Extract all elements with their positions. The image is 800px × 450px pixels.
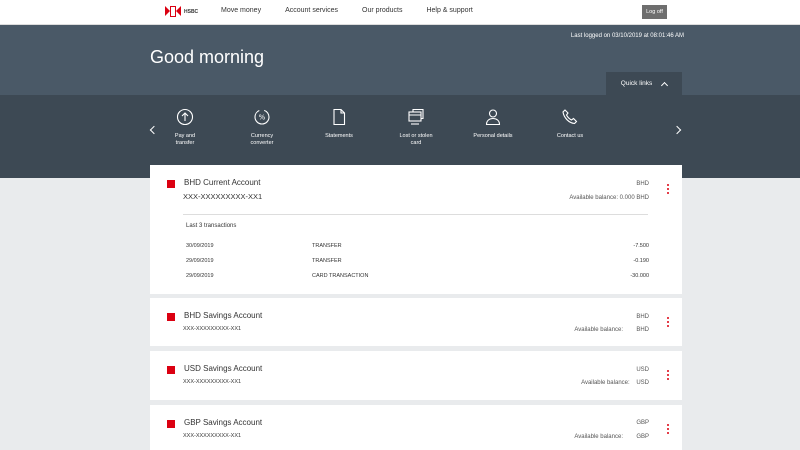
- account-marker-icon: [167, 313, 175, 321]
- transaction-type: TRANSFER: [312, 243, 342, 249]
- quick-links-label: Quick links: [620, 80, 653, 87]
- more-options-icon[interactable]: [667, 317, 670, 327]
- account-currency: BHD: [636, 181, 649, 187]
- top-navigation: HSBC Move money Account services Our pro…: [0, 0, 800, 25]
- transaction-type: CARD TRANSACTION: [312, 273, 369, 279]
- more-options-icon[interactable]: [667, 184, 670, 194]
- nav-account-services[interactable]: Account services: [285, 7, 338, 14]
- last-transactions-heading: Last 3 transactions: [186, 223, 237, 229]
- account-marker-icon: [167, 180, 175, 188]
- available-balance: Available balance: BHD: [574, 327, 649, 333]
- account-currency: USD: [636, 367, 649, 373]
- account-currency: BHD: [636, 314, 649, 320]
- welcome-banner: Last logged on 03/10/2019 at 08:01:46 AM…: [0, 25, 800, 95]
- hsbc-hexagon-icon: [165, 6, 181, 17]
- quick-links-toggle[interactable]: Quick links: [606, 72, 682, 95]
- quick-link-label: Currency converter: [250, 133, 274, 146]
- lost-card-icon: [408, 108, 424, 125]
- transaction-date: 30/09/2019: [186, 243, 214, 249]
- nav-help-support[interactable]: Help & support: [426, 7, 472, 14]
- svg-text:%: %: [259, 114, 266, 122]
- person-icon: [485, 109, 501, 126]
- last-login-text: Last logged on 03/10/2019 at 08:01:46 AM: [570, 33, 684, 39]
- quick-link-label: Contact us: [556, 133, 584, 139]
- transaction-date: 29/09/2019: [186, 273, 214, 279]
- quick-link-statements[interactable]: Statements: [309, 108, 369, 140]
- quick-link-lost-card[interactable]: Lost or stolen card: [386, 108, 446, 147]
- statements-icon: [333, 108, 346, 126]
- greeting-heading: Good morning: [150, 47, 265, 67]
- account-marker-icon: [167, 366, 175, 374]
- quick-link-currency-converter[interactable]: % Currency converter: [232, 108, 292, 147]
- quick-link-pay-transfer[interactable]: Pay and transfer: [155, 108, 215, 147]
- account-currency: GBP: [636, 420, 649, 426]
- quick-link-personal-details[interactable]: Personal details: [463, 108, 523, 140]
- nav-move-money[interactable]: Move money: [221, 7, 261, 14]
- account-card-gbp-savings[interactable]: GBP Savings Account XXX-XXXXXXXXX-XX1 GB…: [150, 405, 682, 450]
- account-number: XXX-XXXXXXXXX-XX1: [183, 433, 242, 439]
- account-number: XXX-XXXXXXXXX-XX1: [183, 326, 242, 332]
- available-balance: Available balance: GBP: [574, 434, 649, 440]
- quick-link-label: Statements: [325, 133, 353, 139]
- account-name[interactable]: BHD Savings Account: [184, 311, 262, 320]
- account-number: XXX-XXXXXXXXX-XX1: [183, 192, 263, 201]
- quick-link-label: Personal details: [473, 133, 513, 139]
- pay-transfer-icon: [176, 108, 194, 126]
- hsbc-logo[interactable]: HSBC: [165, 6, 198, 17]
- transaction-row: 29/09/2019 CARD TRANSACTION -30.000: [186, 273, 649, 283]
- account-name[interactable]: BHD Current Account: [184, 178, 260, 187]
- log-off-button[interactable]: Log off: [642, 5, 667, 19]
- account-number: XXX-XXXXXXXXX-XX1: [183, 379, 242, 385]
- nav-our-products[interactable]: Our products: [362, 7, 402, 14]
- transaction-date: 29/09/2019: [186, 258, 214, 264]
- transaction-type: TRANSFER: [312, 258, 342, 264]
- transaction-amount: -30.000: [630, 273, 649, 279]
- quick-link-label: Pay and transfer: [174, 133, 196, 146]
- account-name[interactable]: USD Savings Account: [184, 364, 262, 373]
- account-card-bhd-current[interactable]: BHD Current Account XXX-XXXXXXXXX-XX1 BH…: [150, 165, 682, 294]
- account-card-usd-savings[interactable]: USD Savings Account XXX-XXXXXXXXX-XX1 US…: [150, 351, 682, 400]
- transaction-amount: -7.500: [633, 243, 649, 249]
- account-card-bhd-savings[interactable]: BHD Savings Account XXX-XXXXXXXXX-XX1 BH…: [150, 298, 682, 346]
- more-options-icon[interactable]: [667, 370, 670, 380]
- logo-text: HSBC: [184, 8, 199, 15]
- more-options-icon[interactable]: [667, 424, 670, 434]
- divider: [183, 214, 648, 215]
- transaction-row: 30/09/2019 TRANSFER -7.500: [186, 243, 649, 253]
- quick-link-contact-us[interactable]: Contact us: [540, 108, 600, 140]
- available-balance: Available balance: USD: [581, 380, 649, 386]
- phone-icon: [562, 109, 578, 125]
- currency-converter-icon: %: [254, 109, 270, 125]
- account-marker-icon: [167, 420, 175, 428]
- chevron-right-icon[interactable]: [672, 125, 682, 135]
- transaction-row: 29/09/2019 TRANSFER -0.190: [186, 258, 649, 268]
- nav-links: Move money Account services Our products…: [221, 7, 497, 14]
- account-name[interactable]: GBP Savings Account: [184, 418, 262, 427]
- transaction-amount: -0.190: [633, 258, 649, 264]
- available-balance: Available balance: 0.000 BHD: [569, 195, 649, 201]
- chevron-up-icon: [661, 81, 669, 89]
- quick-link-label: Lost or stolen card: [399, 133, 433, 146]
